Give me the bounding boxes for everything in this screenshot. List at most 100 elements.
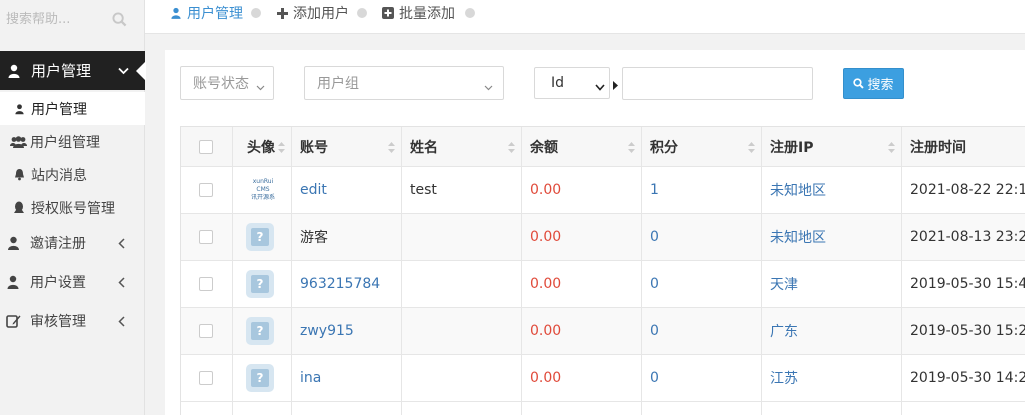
name-cell (402, 214, 522, 260)
table-row[interactable]: xunRui CMS 讯开源系 edit test 0.00 1 未知地区 2021-08-22… (181, 167, 1025, 214)
header-avatar[interactable]: 头像 (233, 127, 292, 166)
sidebar-item-messages[interactable]: 站内消息 (0, 158, 145, 191)
header-label: 注册时间 (910, 139, 966, 156)
chevron-left-icon (118, 276, 125, 292)
menu-review[interactable]: 审核管理 (0, 301, 145, 340)
table-cell (181, 402, 233, 415)
sidebar-item-user-management[interactable]: 用户管理 (0, 92, 145, 125)
register-ip-text[interactable]: 天津 (770, 274, 798, 294)
points-text[interactable]: 0 (650, 370, 659, 386)
sidebar-item-user-group[interactable]: 用户组管理 (0, 125, 145, 158)
sort-icon[interactable] (508, 141, 515, 157)
sort-icon[interactable] (388, 141, 395, 157)
register-ip-text[interactable]: 江苏 (770, 368, 798, 388)
register-ip-text[interactable]: 未知地区 (770, 180, 826, 200)
menu-label: 审核管理 (30, 313, 86, 330)
avatar: xunRui CMS 讯开源系 (245, 178, 281, 201)
row-checkbox[interactable] (199, 324, 213, 338)
search-field-select[interactable]: Id (534, 67, 610, 99)
header-label: 姓名 (410, 139, 438, 156)
table-header-row: 头像 账号 姓名 余额 积分 注册IP 注册时间 (181, 126, 1025, 167)
users-icon (9, 135, 27, 148)
account-cell: zwy915 (292, 308, 402, 354)
sidebar-item-oauth[interactable]: 授权账号管理 (0, 191, 145, 224)
name-cell: test (402, 167, 522, 213)
select-all-checkbox[interactable] (199, 139, 213, 154)
select-value: Id (551, 75, 565, 91)
points-text[interactable]: 0 (650, 323, 659, 339)
register-time-text: 2019-05-30 15:46: (910, 276, 1025, 292)
table-cell (642, 402, 762, 415)
table-row[interactable]: ? zwy915 0.00 0 广东 2019-05-30 15:21: (181, 308, 1025, 355)
register-ip-cell: 天津 (762, 261, 902, 307)
register-ip-cell: 广东 (762, 308, 902, 354)
search-icon[interactable] (109, 9, 129, 29)
chevron-down-icon (256, 79, 265, 95)
row-checkbox[interactable] (199, 230, 213, 244)
points-cell: 0 (642, 261, 762, 307)
tab-user-management[interactable]: 用户管理 (169, 4, 243, 22)
points-text[interactable]: 0 (650, 276, 659, 292)
table-cell (292, 402, 402, 415)
tab-batch-add[interactable]: 批量添加 (381, 4, 455, 22)
table-row[interactable]: ? 963215784 0.00 0 天津 2019-05-30 15:46: (181, 261, 1025, 308)
menu-user-settings[interactable]: 用户设置 (0, 262, 145, 301)
row-select-cell (181, 214, 233, 260)
row-checkbox[interactable] (199, 371, 213, 385)
header-name[interactable]: 姓名 (402, 127, 522, 166)
sort-icon[interactable] (278, 141, 285, 157)
points-text[interactable]: 1 (650, 182, 659, 198)
register-time-cell: 2021-08-13 23:20: (902, 214, 1025, 260)
register-time-text: 2019-05-30 14:21: (910, 370, 1025, 386)
select-value: 用户组 (317, 76, 359, 92)
sort-icon[interactable] (628, 141, 635, 157)
caret-right-icon (613, 78, 618, 94)
register-ip-cell: 未知地区 (762, 167, 902, 213)
row-select-cell (181, 355, 233, 401)
account-cell: 963215784 (292, 261, 402, 307)
search-button[interactable]: 搜索 (843, 68, 904, 99)
account-text[interactable]: zwy915 (300, 323, 354, 339)
header-balance[interactable]: 余额 (522, 127, 642, 166)
table-row[interactable]: ? 游客 0.00 0 未知地区 2021-08-13 23:20: (181, 214, 1025, 261)
menu-user-management[interactable]: 用户管理 (0, 51, 146, 90)
header-register-ip[interactable]: 注册IP (762, 127, 902, 166)
register-time-text: 2021-08-22 22:17: (910, 182, 1025, 198)
table-row[interactable]: ? ina 0.00 0 江苏 2019-05-30 14:21: (181, 355, 1025, 402)
account-status-select[interactable]: 账号状态 (180, 66, 274, 100)
sidebar-item-label: 授权账号管理 (31, 200, 115, 217)
plus-icon (275, 7, 289, 19)
points-text[interactable]: 0 (650, 229, 659, 245)
help-search-input[interactable] (0, 5, 105, 33)
sort-icon[interactable] (748, 141, 755, 157)
register-ip-text[interactable]: 广东 (770, 321, 798, 341)
user-icon (12, 103, 26, 115)
register-ip-text[interactable]: 未知地区 (770, 227, 826, 247)
row-select-cell (181, 167, 233, 213)
sort-icon[interactable] (888, 141, 895, 157)
user-icon (169, 7, 183, 19)
header-points[interactable]: 积分 (642, 127, 762, 166)
tab-add-user[interactable]: 添加用户 (275, 4, 349, 22)
avatar-cell: ? (233, 355, 292, 401)
user-doctor-icon (5, 236, 21, 250)
header-account[interactable]: 账号 (292, 127, 402, 166)
row-checkbox[interactable] (199, 183, 213, 197)
points-cell: 0 (642, 355, 762, 401)
keyword-input[interactable] (622, 67, 813, 100)
tab-label: 批量添加 (399, 6, 455, 22)
account-text[interactable]: 963215784 (300, 276, 380, 292)
bell-icon (12, 168, 26, 181)
menu-invite-register[interactable]: 邀请注册 (0, 223, 145, 262)
row-checkbox[interactable] (199, 277, 213, 291)
balance-text: 0.00 (530, 276, 562, 292)
user-group-select[interactable]: 用户组 (304, 66, 504, 100)
avatar-logo-text: CMS (256, 186, 270, 193)
plus-square-icon (381, 7, 395, 19)
account-text[interactable]: ina (300, 370, 321, 386)
account-text[interactable]: edit (300, 182, 327, 198)
sidebar-item-label: 用户管理 (31, 101, 87, 118)
balance-cell: 0.00 (522, 261, 642, 307)
header-register-time: 注册时间 (902, 127, 1025, 166)
qq-icon (12, 201, 26, 215)
